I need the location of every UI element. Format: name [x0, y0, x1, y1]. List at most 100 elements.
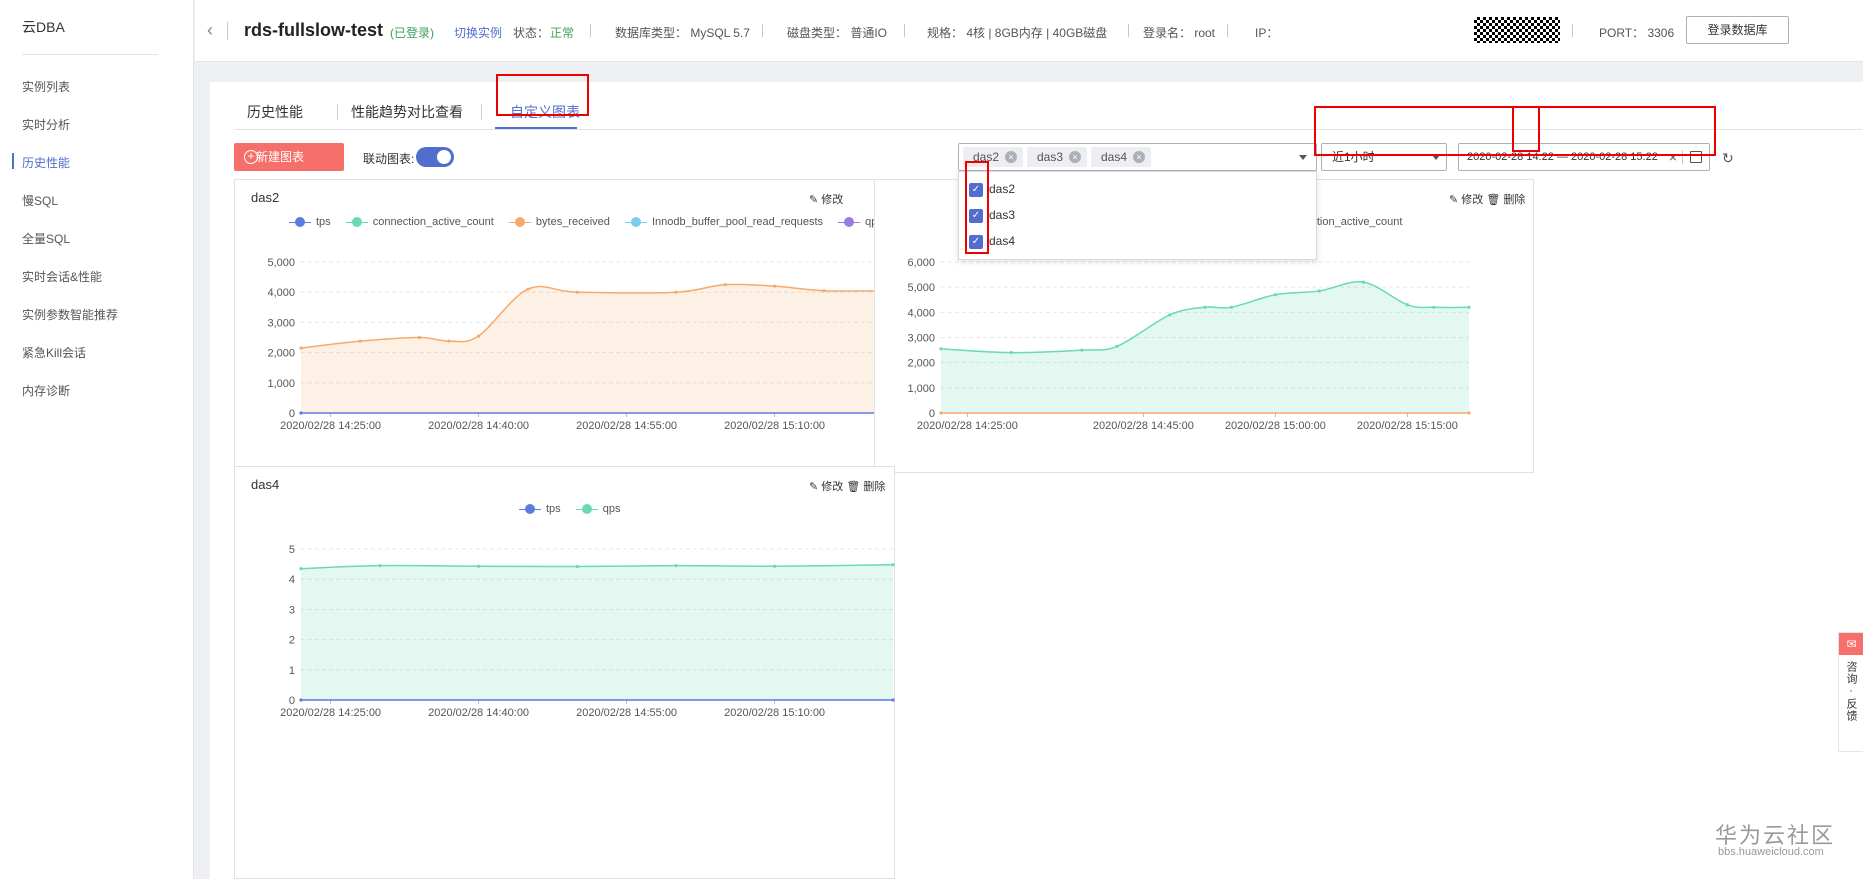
chart-card-das4: das4 ✎ 修改 🗑 删除 tps qps 0 1 2 3 4 5 2020/02/28 … [234, 466, 895, 879]
date-divider [1682, 150, 1683, 164]
checkbox-checked-icon[interactable]: ✓ [969, 234, 983, 249]
chip-das3: das3 × [1027, 147, 1087, 167]
chip-remove-icon[interactable]: × [1069, 151, 1081, 163]
db-type: 数据库类型： MySQL 5.7 [615, 26, 750, 40]
data-point [477, 334, 481, 338]
date-range-value: 2020-02-28 14:22 — 2020-02-28 15:22 [1467, 151, 1658, 163]
data-point [1080, 348, 1084, 352]
refresh-icon[interactable]: ↻ [1722, 150, 1734, 167]
option-label: das2 [989, 182, 1016, 196]
y-tick-label: 4,000 [267, 287, 295, 299]
tab-history-performance[interactable]: 历史性能 [247, 102, 303, 122]
dropdown-option-das2[interactable]: ✓ das2 [969, 180, 1015, 200]
new-chart-button[interactable]: + 新建图表 [234, 143, 344, 171]
dropdown-option-das3[interactable]: ✓ das3 [969, 206, 1015, 226]
new-chart-label: 新建图表 [256, 150, 305, 164]
chart-select-dropdown: ✓ das2 ✓ das3 ✓ das4 [958, 161, 1317, 260]
data-point [1361, 280, 1365, 284]
switch-instance-link[interactable]: 切换实例 [454, 24, 502, 41]
header-divider [1227, 24, 1228, 37]
sidebar-item-realtime-sessions[interactable]: 实时会话&性能 [22, 268, 102, 285]
chip-das2: das2 × [963, 147, 1023, 167]
x-tick-label: 2020/02/28 14:55:00 [576, 420, 677, 432]
data-point [723, 283, 727, 287]
data-point [1203, 305, 1207, 309]
data-point [299, 698, 303, 702]
y-tick-label: 3,000 [267, 317, 295, 329]
data-point [674, 290, 678, 294]
header-divider [227, 22, 228, 40]
data-point [378, 564, 382, 568]
dropdown-option-das4[interactable]: ✓ das4 [969, 232, 1015, 252]
chevron-down-icon[interactable] [1299, 155, 1307, 160]
option-label: das4 [989, 234, 1016, 248]
chevron-left-icon[interactable]: ‹ [207, 20, 213, 41]
close-icon[interactable]: × [1669, 144, 1677, 170]
checkbox-checked-icon[interactable]: ✓ [969, 182, 983, 197]
x-tick-label: 2020/02/28 15:10:00 [724, 707, 825, 719]
header-divider [1572, 24, 1573, 37]
main-panel: 历史性能 性能趋势对比查看 自定义图表 + 新建图表 联动图表: das2 × … [210, 74, 1863, 879]
y-tick-label: 5,000 [267, 257, 295, 269]
sidebar-divider [22, 54, 158, 55]
chip-das4: das4 × [1091, 147, 1151, 167]
ip-label: IP： [1255, 26, 1279, 40]
chip-remove-icon[interactable]: × [1133, 151, 1145, 163]
y-tick-label: 3 [289, 604, 295, 616]
sidebar-item-memory-diagnosis[interactable]: 内存诊断 [22, 382, 70, 399]
series-area [941, 281, 1469, 413]
login-state: (已登录) [390, 26, 434, 40]
chart-das2-plot: 0 1,000 2,000 3,000 4,000 5,000 2020/02/28 14:… [267, 257, 895, 432]
data-point [773, 564, 777, 568]
login-database-button[interactable]: 登录数据库 [1686, 16, 1789, 44]
data-point [1432, 305, 1436, 309]
sidebar-item-kill-sessions[interactable]: 紧急Kill会话 [22, 344, 86, 361]
chat-icon: ✉ [1839, 633, 1863, 655]
calendar-icon[interactable] [1690, 151, 1702, 163]
data-point [447, 339, 451, 343]
data-point [417, 335, 421, 340]
data-point [477, 564, 481, 568]
sidebar-item-param-recommend[interactable]: 实例参数智能推荐 [22, 306, 118, 323]
data-point [891, 563, 895, 567]
sidebar-brand: 云DBA [22, 19, 65, 35]
date-range-picker[interactable]: 2020-02-28 14:22 — 2020-02-28 15:22 × [1458, 143, 1710, 171]
y-tick-label: 5,000 [907, 282, 935, 294]
y-tick-label: 3,000 [907, 333, 935, 345]
linked-charts-toggle[interactable] [416, 147, 454, 167]
data-point [891, 698, 895, 702]
sidebar-item-slow-sql[interactable]: 慢SQL [22, 192, 58, 209]
data-point [358, 339, 362, 343]
chart-multi-select[interactable]: das2 × das3 × das4 × [958, 143, 1317, 171]
data-point [939, 411, 943, 415]
sidebar-item-full-sql[interactable]: 全量SQL [22, 230, 70, 247]
y-tick-label: 6,000 [907, 257, 935, 269]
tab-trend-compare[interactable]: 性能趋势对比查看 [351, 102, 463, 122]
time-range-select[interactable]: 近1小时 [1321, 143, 1447, 171]
tab-custom-charts[interactable]: 自定义图表 [510, 102, 580, 122]
sidebar-item-realtime-analysis[interactable]: 实时分析 [22, 116, 70, 133]
data-point [575, 290, 579, 294]
sidebar-item-history-performance[interactable]: 历史性能 [22, 154, 70, 171]
status-label: 状态： [513, 26, 550, 40]
data-point [299, 411, 303, 415]
series-area [301, 284, 893, 413]
data-point [299, 346, 303, 350]
sidebar-active-indicator [12, 153, 14, 169]
y-tick-label: 4 [289, 574, 295, 586]
login-name: 登录名： root [1143, 26, 1216, 40]
header-divider [1128, 24, 1129, 37]
status-value: 正常 [550, 26, 575, 40]
chip-remove-icon[interactable]: × [1005, 151, 1017, 163]
watermark-url: bbs.huaweicloud.com [1718, 846, 1824, 858]
x-tick-label: 2020/02/28 15:15:00 [1357, 420, 1458, 432]
data-point [1467, 411, 1471, 415]
header-divider [904, 24, 905, 37]
feedback-widget[interactable]: ✉ 咨询·反馈 [1838, 632, 1863, 752]
data-point [822, 289, 826, 293]
x-tick-label: 2020/02/28 15:00:00 [1225, 420, 1326, 432]
toggle-knob [437, 150, 451, 164]
sidebar-item-instance-list[interactable]: 实例列表 [22, 78, 70, 95]
checkbox-checked-icon[interactable]: ✓ [969, 208, 983, 223]
chip-label: das3 [1037, 150, 1064, 164]
